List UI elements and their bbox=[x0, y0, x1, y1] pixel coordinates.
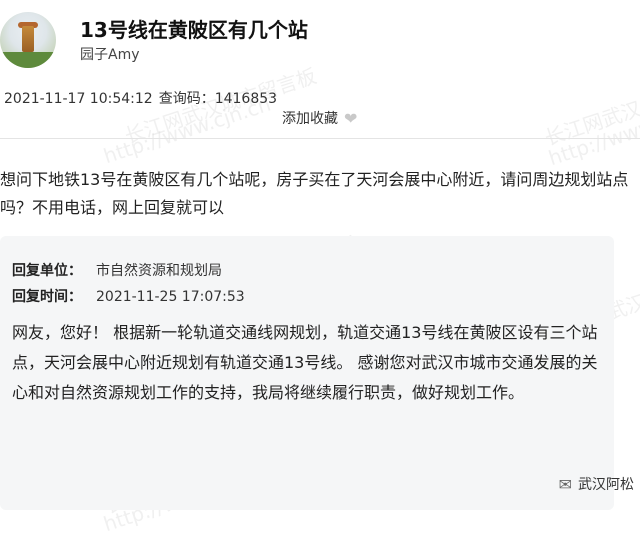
reply-time-value: 2021-11-25 17:07:53 bbox=[96, 289, 245, 305]
brand-label: 武汉阿松 bbox=[578, 477, 634, 493]
post-meta: 2021-11-17 10:54:12 查询码：1416853 bbox=[4, 88, 283, 108]
reply-time-row: 回复时间： 2021-11-25 17:07:53 bbox=[12, 286, 245, 306]
reply-time-label: 回复时间： bbox=[12, 289, 82, 305]
query-code-label: 查询码： bbox=[158, 91, 215, 107]
post-header: 13号线在黄陂区有几个站 园子Amy bbox=[0, 0, 640, 80]
reply-unit-label: 回复单位： bbox=[12, 263, 82, 279]
watermark: http://www.cjn.cn bbox=[545, 93, 640, 171]
trees-shape bbox=[0, 52, 56, 68]
post-datetime: 2021-11-17 10:54:12 bbox=[4, 91, 153, 107]
heart-icon: ❤ bbox=[344, 108, 358, 128]
reply-unit-value: 市自然资源和规划局 bbox=[96, 263, 222, 279]
add-favorite-button[interactable]: 添加收藏 ❤ bbox=[282, 108, 357, 128]
author-name[interactable]: 园子Amy bbox=[80, 44, 140, 64]
avatar[interactable] bbox=[0, 12, 56, 68]
post-title: 13号线在黄陂区有几个站 bbox=[80, 18, 308, 42]
favorite-label: 添加收藏 bbox=[282, 111, 338, 127]
pagoda-tower-shape bbox=[22, 26, 34, 52]
brand-mark: ✉ 武汉阿松 bbox=[559, 474, 634, 494]
reply-body: 网友，您好！ 根据新一轮轨道交通线网规划，轨道交通13号线在黄陂区设有三个站点，… bbox=[12, 323, 598, 402]
question-text: 想问下地铁13号在黄陂区有几个站呢，房子买在了天河会展中心附近，请问周边规划站点… bbox=[0, 170, 629, 217]
reply-panel: 回复单位： 市自然资源和规划局 回复时间： 2021-11-25 17:07:53 … bbox=[0, 236, 614, 510]
wechat-icon: ✉ bbox=[558, 474, 572, 494]
divider bbox=[0, 138, 640, 139]
query-code-value: 1416853 bbox=[214, 91, 278, 107]
reply-unit-row: 回复单位： 市自然资源和规划局 bbox=[12, 260, 222, 280]
